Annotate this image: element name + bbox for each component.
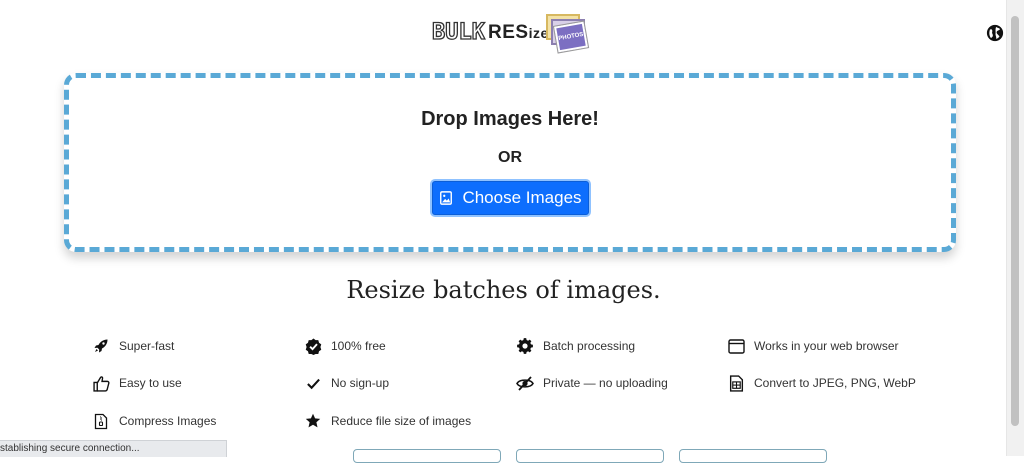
feature-label: Convert to JPEG, PNG, WebP [754, 376, 916, 390]
eye-slash-icon [516, 374, 534, 392]
image-icon [440, 191, 453, 205]
file-convert-icon [727, 374, 745, 392]
feature-reduce-size: Reduce file size of images [304, 412, 471, 430]
feature-free: 100% free [304, 337, 386, 355]
status-text: stablishing secure connection... [0, 443, 140, 454]
feature-label: 100% free [331, 339, 386, 353]
drop-zone-title: Drop Images Here! [421, 108, 599, 130]
logo-resize-main: RES [488, 22, 529, 43]
option-card-1[interactable] [353, 449, 501, 463]
feature-label: Works in your web browser [754, 339, 899, 353]
feature-batch-processing: Batch processing [516, 337, 635, 355]
image-drop-zone[interactable]: Drop Images Here! OR Choose Images [64, 73, 956, 252]
feature-no-signup: No sign-up [304, 374, 389, 392]
globe-icon [986, 24, 1004, 42]
feature-label: Super-fast [119, 339, 175, 353]
feature-easy-to-use: Easy to use [92, 374, 182, 392]
gear-icon [516, 337, 534, 355]
logo-bulk-text: BULK [431, 19, 485, 45]
option-card-2[interactable] [516, 449, 664, 463]
site-header: BULK RESize PHOTOS [0, 0, 1007, 64]
choose-images-label: Choose Images [462, 188, 582, 207]
feature-label: No sign-up [331, 376, 390, 390]
star-icon [304, 412, 322, 430]
scrollbar-thumb[interactable] [1011, 16, 1019, 426]
checkmark-icon [304, 374, 322, 392]
thumbs-up-icon [92, 374, 110, 392]
verified-badge-icon [304, 337, 322, 355]
feature-label: Compress Images [119, 414, 217, 428]
language-globe-button[interactable] [983, 21, 1007, 45]
vertical-scrollbar[interactable] [1006, 0, 1024, 456]
option-card-3[interactable] [679, 449, 827, 463]
feature-label: Reduce file size of images [331, 414, 472, 428]
choose-images-button[interactable]: Choose Images [430, 179, 591, 217]
logo-photos-label: PHOTOS [552, 20, 590, 54]
logo-resize-text: RESize [488, 22, 549, 44]
feature-label: Private — no uploading [543, 376, 668, 390]
drop-zone-or: OR [498, 149, 522, 166]
page-tagline: Resize batches of images. [346, 276, 661, 304]
feature-private: Private — no uploading [516, 374, 668, 392]
feature-compress: Compress Images [92, 412, 216, 430]
rocket-icon [92, 337, 110, 355]
browser-window-icon [727, 337, 745, 355]
browser-status-bar: stablishing secure connection... [0, 440, 227, 457]
file-zip-icon [92, 412, 110, 430]
feature-web-browser: Works in your web browser [727, 337, 899, 355]
feature-label: Easy to use [119, 376, 182, 390]
feature-convert: Convert to JPEG, PNG, WebP [727, 374, 916, 392]
feature-super-fast: Super-fast [92, 337, 174, 355]
feature-label: Batch processing [543, 339, 636, 353]
site-logo[interactable]: BULK RESize PHOTOS [431, 14, 590, 54]
